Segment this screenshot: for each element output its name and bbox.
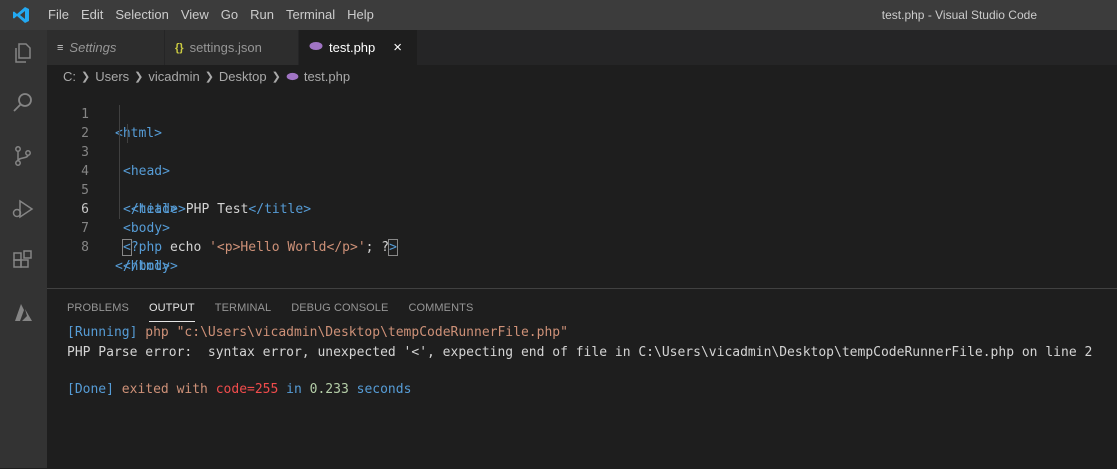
editor-tabs: ≡ Settings {} settings.json test.php × bbox=[47, 30, 1117, 65]
indent-guide bbox=[119, 181, 120, 200]
indent-guide bbox=[119, 200, 120, 219]
tab-label: settings.json bbox=[189, 40, 262, 55]
tab-terminal[interactable]: TERMINAL bbox=[215, 295, 271, 321]
menu-bar: File Edit Selection View Go Run Terminal… bbox=[42, 0, 380, 30]
tab-label: test.php bbox=[329, 40, 376, 55]
indent-guide bbox=[119, 105, 120, 124]
code-token: ; ? bbox=[365, 240, 390, 255]
title-bar: File Edit Selection View Go Run Terminal… bbox=[0, 0, 1117, 30]
breadcrumb: C: ❯ Users ❯ vicadmin ❯ Desktop ❯ test.p… bbox=[63, 66, 350, 86]
menu-view[interactable]: View bbox=[175, 0, 215, 30]
php-icon bbox=[309, 41, 323, 54]
done-text: exited with bbox=[113, 382, 216, 397]
line-number: 8 bbox=[81, 240, 89, 255]
code-text: <?php echo '<p>Hello World</p>'; ?> bbox=[122, 238, 398, 257]
code-line: 2 <head> bbox=[47, 105, 1117, 179]
azure-icon[interactable] bbox=[8, 298, 38, 328]
output-line-done: [Done] exited with code=255 in 0.233 sec… bbox=[67, 382, 411, 397]
code-token: </html> bbox=[115, 259, 170, 274]
close-icon[interactable]: × bbox=[393, 39, 402, 56]
tab-settings-json[interactable]: {} settings.json bbox=[165, 30, 299, 65]
menu-edit[interactable]: Edit bbox=[75, 0, 109, 30]
chevron-right-icon: ❯ bbox=[204, 70, 214, 83]
done-tag: [Done] bbox=[67, 382, 114, 397]
done-text: in bbox=[278, 382, 310, 397]
activity-bar bbox=[0, 30, 47, 468]
menu-run[interactable]: Run bbox=[244, 0, 280, 30]
code-token: > bbox=[388, 239, 398, 256]
php-icon bbox=[286, 72, 299, 81]
breadcrumb-item[interactable]: C: bbox=[63, 69, 76, 84]
tab-debug-console[interactable]: DEBUG CONSOLE bbox=[291, 295, 388, 321]
tab-output[interactable]: OUTPUT bbox=[148, 295, 195, 322]
tab-problems[interactable]: PROBLEMS bbox=[67, 295, 129, 321]
vscode-logo-icon bbox=[12, 4, 34, 26]
code-line: 1 <html> bbox=[47, 86, 1117, 141]
duration-value: 0.233 bbox=[309, 382, 349, 397]
code-token: ?php bbox=[130, 240, 170, 255]
window-title: test.php - Visual Studio Code bbox=[881, 8, 1037, 22]
indent-guide bbox=[119, 124, 120, 143]
code-token: '<p>Hello World</p>' bbox=[209, 240, 366, 255]
code-line: 6 <?php echo '<p>Hello World</p>'; ?> bbox=[47, 181, 1117, 256]
indent-guide bbox=[127, 124, 128, 143]
done-text: seconds bbox=[348, 382, 412, 397]
settings-icon: ≡ bbox=[57, 41, 64, 54]
menu-file[interactable]: File bbox=[42, 0, 75, 30]
panel-tabs: PROBLEMS OUTPUT TERMINAL DEBUG CONSOLE C… bbox=[67, 295, 493, 322]
menu-help[interactable]: Help bbox=[341, 0, 380, 30]
menu-go[interactable]: Go bbox=[215, 0, 244, 30]
tab-settings[interactable]: ≡ Settings bbox=[47, 30, 165, 65]
tab-comments[interactable]: COMMENTS bbox=[408, 295, 473, 321]
source-control-icon[interactable] bbox=[8, 141, 38, 171]
indent-guide bbox=[119, 143, 120, 162]
indent-guide bbox=[119, 162, 120, 181]
code-token: echo bbox=[169, 240, 210, 255]
exit-code: code=255 bbox=[215, 382, 279, 397]
menu-terminal[interactable]: Terminal bbox=[280, 0, 341, 30]
output-line-error: PHP Parse error: syntax error, unexpecte… bbox=[67, 345, 1093, 360]
run-debug-icon[interactable] bbox=[8, 194, 38, 224]
bottom-panel: PROBLEMS OUTPUT TERMINAL DEBUG CONSOLE C… bbox=[47, 288, 1117, 469]
chevron-right-icon: ❯ bbox=[134, 70, 144, 83]
code-line: 3 <title>PHP Test</title> bbox=[47, 124, 1117, 217]
breadcrumb-item[interactable]: test.php bbox=[304, 69, 350, 84]
explorer-icon[interactable] bbox=[8, 38, 38, 68]
output-line-running: [Running] php "c:\Users\vicadmin\Desktop… bbox=[67, 325, 568, 340]
breadcrumb-item[interactable]: Users bbox=[95, 69, 129, 84]
chevron-right-icon: ❯ bbox=[271, 70, 281, 83]
breadcrumb-item[interactable]: vicadmin bbox=[148, 69, 199, 84]
running-tag: [Running] bbox=[67, 325, 138, 340]
running-command: php "c:\Users\vicadmin\Desktop\tempCodeR… bbox=[137, 325, 568, 340]
code-line: 8 </html> bbox=[47, 219, 1117, 274]
extensions-icon[interactable] bbox=[8, 246, 38, 276]
code-line: 7 </body> bbox=[47, 200, 1117, 274]
code-text: </html> bbox=[115, 257, 170, 276]
code-editor[interactable]: 1 <html> 2 <head> 3 <title>PHP Test</tit… bbox=[47, 86, 1117, 286]
tab-label: Settings bbox=[69, 40, 117, 55]
code-line: 4 </head> bbox=[47, 143, 1117, 217]
code-line: 5 <body> bbox=[47, 162, 1117, 236]
chevron-right-icon: ❯ bbox=[81, 70, 91, 83]
breadcrumb-item[interactable]: Desktop bbox=[219, 69, 267, 84]
tab-test-php[interactable]: test.php × bbox=[299, 30, 418, 65]
search-icon[interactable] bbox=[8, 88, 38, 118]
code-token: < bbox=[122, 239, 132, 256]
menu-selection[interactable]: Selection bbox=[109, 0, 174, 30]
json-icon: {} bbox=[175, 41, 184, 54]
